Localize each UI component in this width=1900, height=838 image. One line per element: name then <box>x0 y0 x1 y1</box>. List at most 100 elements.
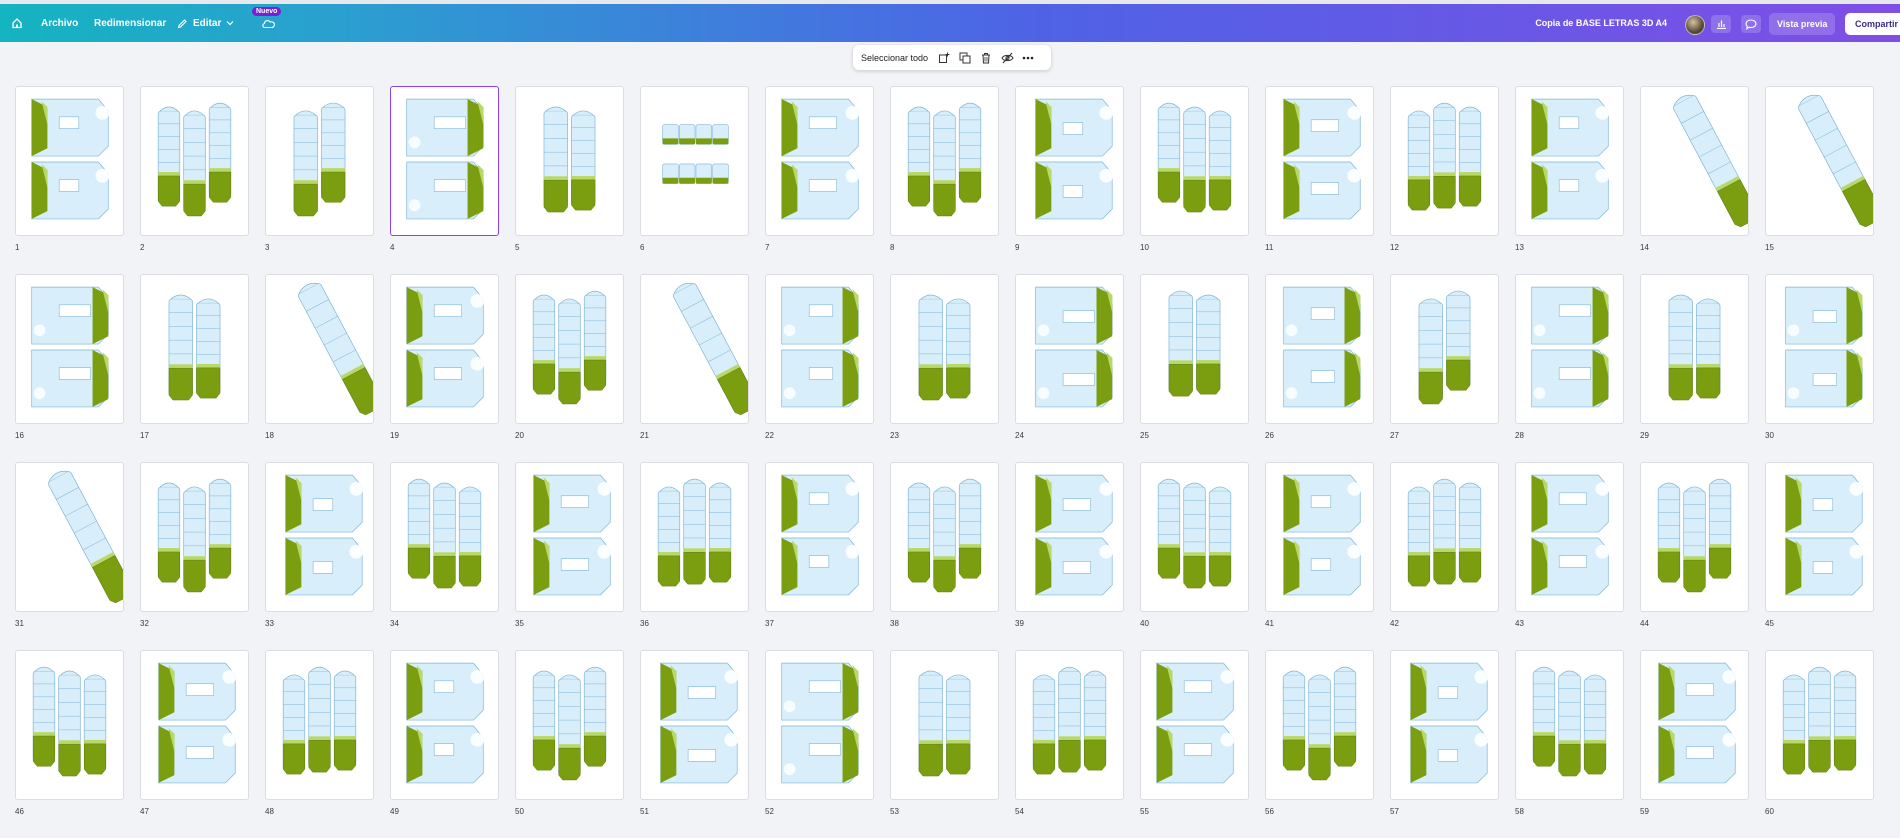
page-thumbnail[interactable] <box>890 462 999 612</box>
document-title[interactable]: Copia de BASE LETRAS 3D A4 <box>1535 4 1667 42</box>
vista-previa-button[interactable]: Vista previa <box>1769 13 1836 35</box>
page-thumbnail[interactable] <box>1765 274 1874 424</box>
page-thumbnail[interactable] <box>265 86 374 236</box>
page-thumbnail-item[interactable]: 47 <box>140 650 249 838</box>
page-thumbnail-item[interactable]: 10 <box>1140 86 1249 274</box>
page-thumbnail[interactable] <box>765 650 874 800</box>
page-thumbnail-item[interactable]: 38 <box>890 462 999 650</box>
page-thumbnail[interactable] <box>15 650 124 800</box>
page-thumbnail-item[interactable]: 46 <box>15 650 124 838</box>
page-thumbnail[interactable] <box>1140 86 1249 236</box>
hide-icon[interactable] <box>1000 51 1014 65</box>
page-thumbnail-item[interactable]: 8 <box>890 86 999 274</box>
page-thumbnail[interactable] <box>1765 86 1874 236</box>
page-thumbnail-item[interactable]: 33 <box>265 462 374 650</box>
page-thumbnail[interactable] <box>1015 274 1124 424</box>
page-thumbnail[interactable] <box>1640 462 1749 612</box>
page-thumbnail-item[interactable]: 59 <box>1640 650 1749 838</box>
page-thumbnail-item[interactable]: 51 <box>640 650 749 838</box>
page-thumbnail-item[interactable]: 4 <box>390 86 499 274</box>
page-thumbnail-item[interactable]: 36 <box>640 462 749 650</box>
page-thumbnail[interactable] <box>1390 86 1499 236</box>
page-thumbnail-item[interactable]: 29 <box>1640 274 1749 462</box>
page-thumbnail[interactable] <box>1265 86 1374 236</box>
page-thumbnail[interactable] <box>890 650 999 800</box>
page-thumbnail-item[interactable]: 30 <box>1765 274 1874 462</box>
page-thumbnail[interactable] <box>1390 650 1499 800</box>
page-thumbnail-item[interactable]: 52 <box>765 650 874 838</box>
page-thumbnail[interactable] <box>140 86 249 236</box>
page-thumbnail-item[interactable]: 43 <box>1515 462 1624 650</box>
page-thumbnail-item[interactable]: 7 <box>765 86 874 274</box>
editar-menu[interactable]: Editar <box>177 4 234 42</box>
page-thumbnail[interactable] <box>390 650 499 800</box>
compartir-button[interactable]: Compartir <box>1845 13 1900 35</box>
page-thumbnail[interactable] <box>1015 462 1124 612</box>
page-thumbnail-item[interactable]: 44 <box>1640 462 1749 650</box>
page-thumbnail-item[interactable]: 22 <box>765 274 874 462</box>
page-thumbnail[interactable] <box>1640 274 1749 424</box>
page-thumbnail-item[interactable]: 25 <box>1140 274 1249 462</box>
page-thumbnail[interactable] <box>765 462 874 612</box>
page-thumbnail[interactable] <box>640 650 749 800</box>
page-thumbnail[interactable] <box>640 462 749 612</box>
page-thumbnail[interactable] <box>1515 650 1624 800</box>
page-thumbnail[interactable] <box>265 274 374 424</box>
page-thumbnail-item[interactable]: 24 <box>1015 274 1124 462</box>
page-thumbnail[interactable] <box>390 462 499 612</box>
page-thumbnail-item[interactable]: 42 <box>1390 462 1499 650</box>
page-thumbnail-item[interactable]: 35 <box>515 462 624 650</box>
page-thumbnail-item[interactable]: 18 <box>265 274 374 462</box>
page-thumbnail[interactable] <box>1390 462 1499 612</box>
page-thumbnail[interactable] <box>1140 274 1249 424</box>
page-thumbnail-item[interactable]: 12 <box>1390 86 1499 274</box>
page-thumbnail[interactable] <box>1515 462 1624 612</box>
page-thumbnail[interactable] <box>765 274 874 424</box>
page-thumbnail[interactable] <box>15 462 124 612</box>
page-thumbnail[interactable] <box>1640 650 1749 800</box>
page-thumbnail-item[interactable]: 34 <box>390 462 499 650</box>
page-thumbnail-item[interactable]: 2 <box>140 86 249 274</box>
page-thumbnail-item[interactable]: 48 <box>265 650 374 838</box>
page-thumbnail[interactable] <box>1140 650 1249 800</box>
page-thumbnail-item[interactable]: 53 <box>890 650 999 838</box>
page-thumbnail-item[interactable]: 21 <box>640 274 749 462</box>
page-thumbnail[interactable] <box>140 650 249 800</box>
page-thumbnail[interactable] <box>390 274 499 424</box>
page-thumbnail[interactable] <box>1765 462 1874 612</box>
home-button[interactable] <box>8 4 26 42</box>
page-thumbnail-item[interactable]: 37 <box>765 462 874 650</box>
page-thumbnail[interactable] <box>1015 650 1124 800</box>
page-thumbnail[interactable] <box>1015 86 1124 236</box>
redimensionar-button[interactable]: Redimensionar <box>94 4 166 42</box>
page-thumbnail-item[interactable]: 49 <box>390 650 499 838</box>
page-thumbnail-item[interactable]: 40 <box>1140 462 1249 650</box>
page-thumbnail-item[interactable]: 31 <box>15 462 124 650</box>
page-thumbnail[interactable] <box>1765 650 1874 800</box>
page-thumbnail-item[interactable]: 14 <box>1640 86 1749 274</box>
page-thumbnail[interactable] <box>265 650 374 800</box>
page-thumbnail-item[interactable]: 13 <box>1515 86 1624 274</box>
page-thumbnail[interactable] <box>1390 274 1499 424</box>
page-thumbnail[interactable] <box>1515 86 1624 236</box>
add-page-icon[interactable] <box>937 51 951 65</box>
page-thumbnail-item[interactable]: 9 <box>1015 86 1124 274</box>
page-thumbnail-item[interactable]: 55 <box>1140 650 1249 838</box>
page-thumbnail[interactable] <box>140 462 249 612</box>
page-thumbnail[interactable] <box>515 650 624 800</box>
page-thumbnail[interactable] <box>390 86 499 236</box>
page-thumbnail-item[interactable]: 3 <box>265 86 374 274</box>
page-thumbnail[interactable] <box>515 462 624 612</box>
page-thumbnail[interactable] <box>1140 462 1249 612</box>
avatar[interactable] <box>1685 15 1705 35</box>
page-thumbnail[interactable] <box>15 86 124 236</box>
page-thumbnail-item[interactable]: 32 <box>140 462 249 650</box>
page-thumbnail-item[interactable]: 54 <box>1015 650 1124 838</box>
page-thumbnail-item[interactable]: 28 <box>1515 274 1624 462</box>
page-thumbnail-item[interactable]: 1 <box>15 86 124 274</box>
page-thumbnail-item[interactable]: 16 <box>15 274 124 462</box>
page-thumbnail[interactable] <box>1265 650 1374 800</box>
page-thumbnail-item[interactable]: 39 <box>1015 462 1124 650</box>
page-thumbnail-item[interactable]: 57 <box>1390 650 1499 838</box>
trash-icon[interactable] <box>979 51 993 65</box>
